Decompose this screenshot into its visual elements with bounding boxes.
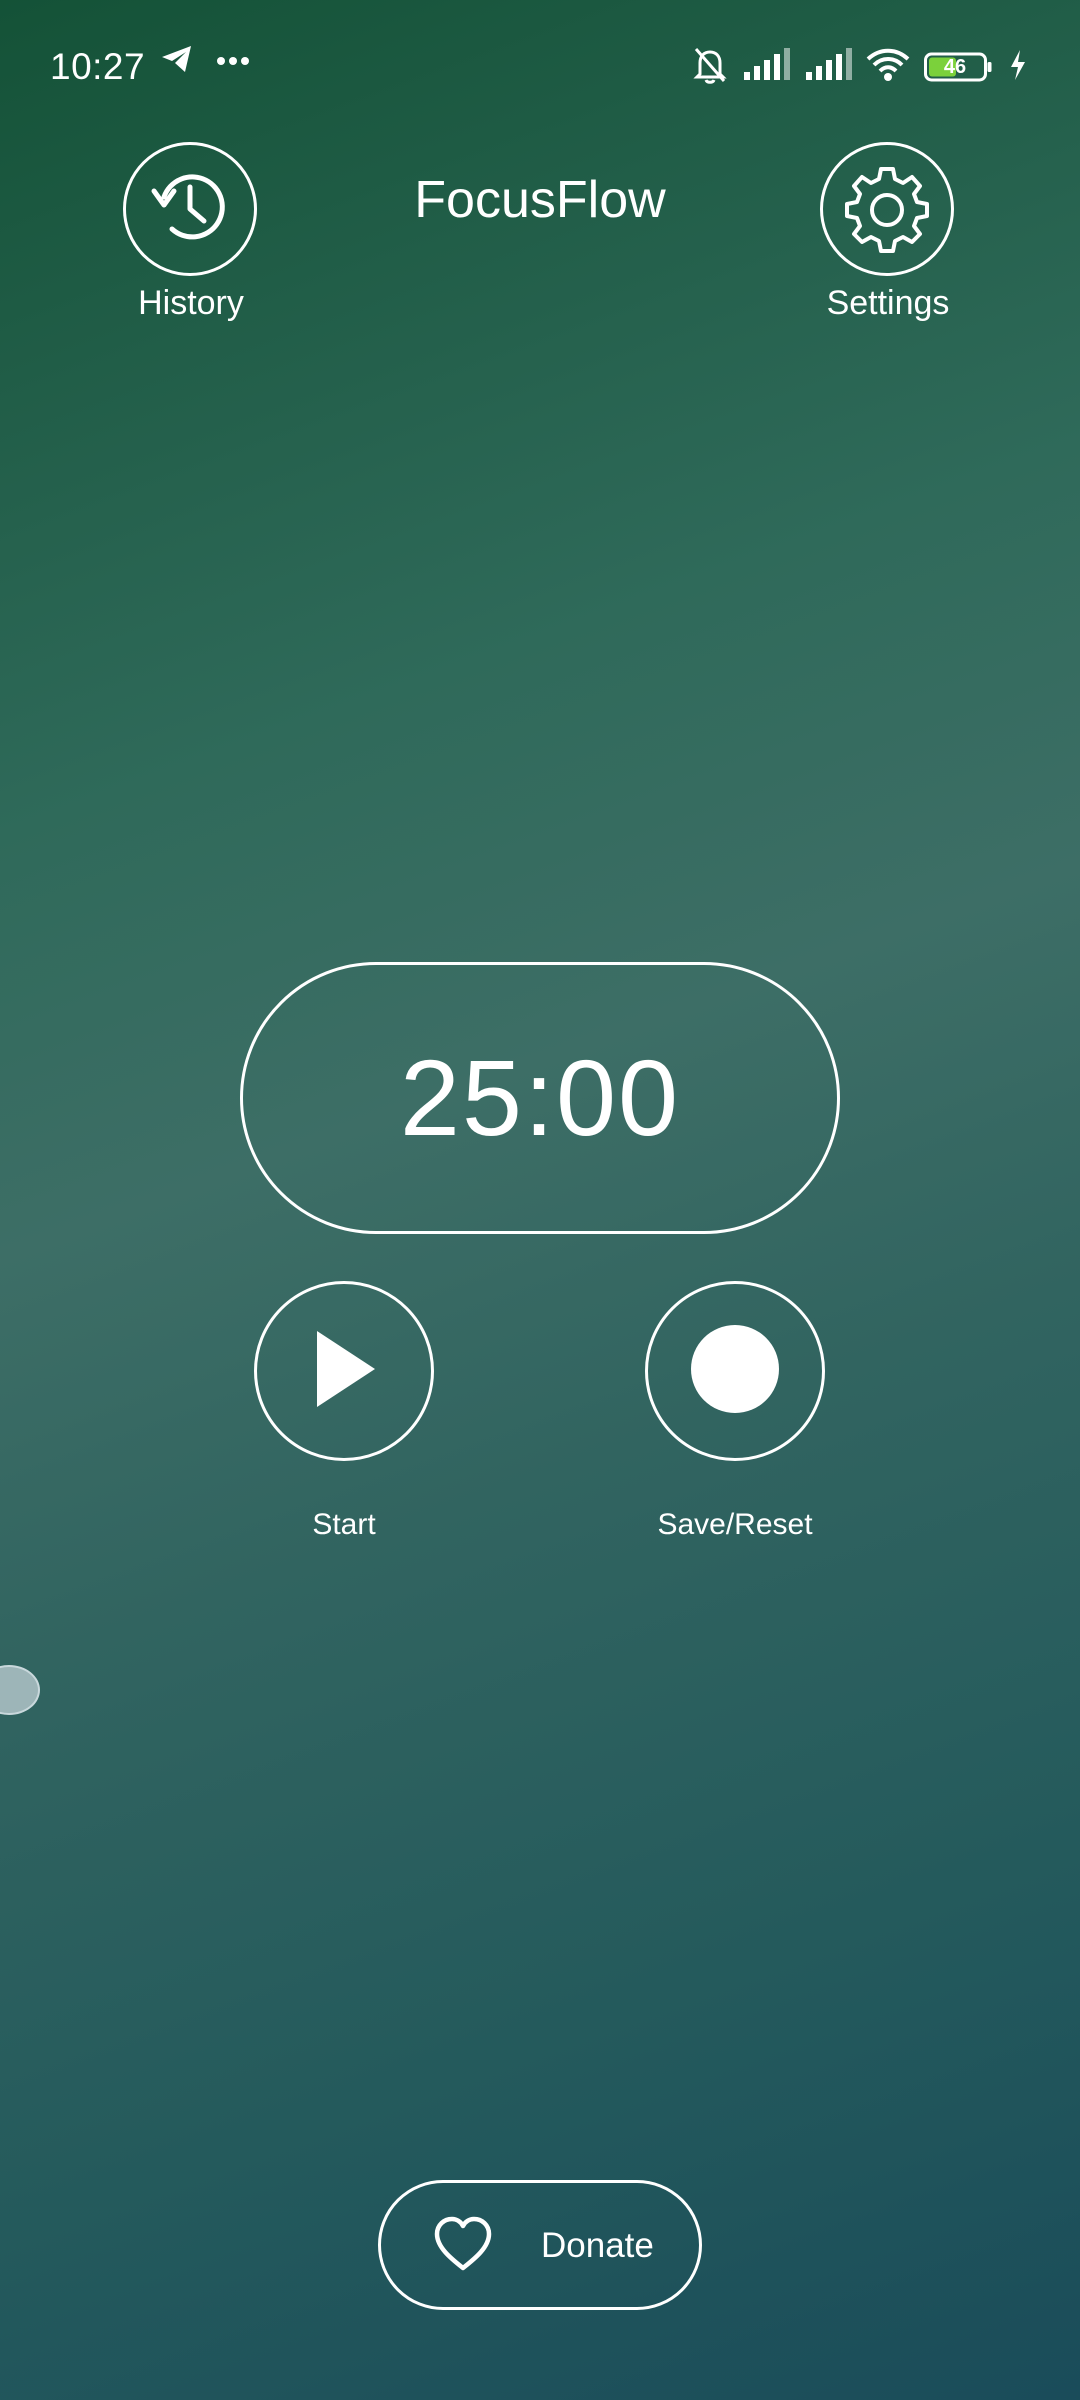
telegram-icon (160, 44, 194, 79)
donate-label: Donate (541, 2226, 654, 2265)
signal-icon (742, 47, 790, 87)
status-left-icons (160, 44, 250, 79)
play-icon (309, 1329, 379, 1414)
donate-button[interactable]: Donate (378, 2180, 702, 2310)
timer-display: 25:00 (240, 962, 840, 1234)
save-reset-button[interactable] (645, 1281, 825, 1461)
battery-icon: 46 (924, 51, 994, 83)
gear-icon (839, 159, 935, 260)
settings-label: Settings (826, 284, 950, 322)
app-title: FocusFlow (414, 171, 666, 229)
wifi-icon (866, 48, 910, 87)
record-dot-icon (690, 1324, 780, 1419)
timer-text: 25:00 (399, 1037, 681, 1158)
charging-icon (1008, 49, 1028, 86)
start-button[interactable] (254, 1281, 434, 1461)
history-clock-icon (142, 159, 238, 260)
signal-icon (804, 47, 852, 87)
heart-icon (433, 2216, 493, 2279)
status-right-icons: 46 (692, 42, 1028, 92)
start-label: Start (312, 1508, 376, 1541)
floating-edge-handle[interactable] (0, 1665, 40, 1715)
settings-button[interactable] (820, 142, 954, 276)
more-dots-icon (216, 53, 250, 71)
battery-level-text: 46 (943, 56, 967, 78)
history-label: History (138, 284, 244, 322)
save-reset-label: Save/Reset (657, 1508, 813, 1541)
history-button[interactable] (123, 142, 257, 276)
mute-bell-icon (692, 45, 728, 90)
status-time: 10:27 (50, 46, 146, 87)
